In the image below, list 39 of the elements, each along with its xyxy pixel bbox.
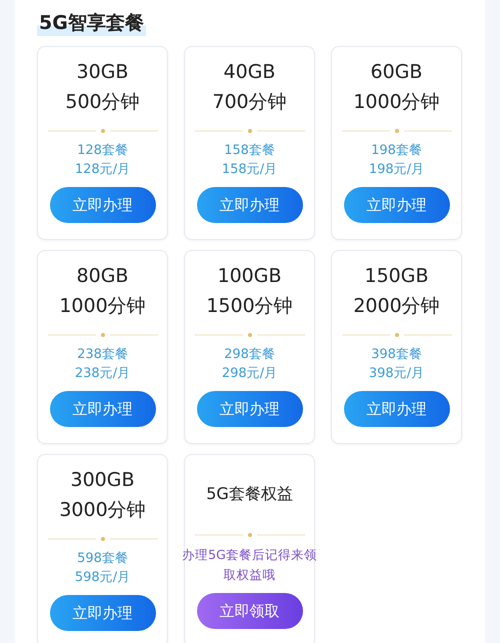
apply-button[interactable]: 立即办理 bbox=[196, 187, 302, 223]
package-name: 238套餐 bbox=[77, 346, 128, 364]
benefit-heading: 5G套餐权益 bbox=[206, 483, 293, 505]
section-title: 5G智享套餐 bbox=[37, 10, 146, 36]
monthly-price: 298元/月 bbox=[222, 365, 278, 383]
package-name: 398套餐 bbox=[371, 346, 422, 364]
monthly-price: 238元/月 bbox=[74, 365, 130, 383]
monthly-price: 598元/月 bbox=[74, 569, 130, 587]
apply-button[interactable]: 立即办理 bbox=[50, 391, 156, 427]
apply-button[interactable]: 立即办理 bbox=[344, 187, 450, 223]
data-amount: 60GB bbox=[370, 60, 422, 85]
call-minutes: 3000分钟 bbox=[59, 498, 146, 523]
package-name: 298套餐 bbox=[224, 346, 275, 364]
package-name: 158套餐 bbox=[224, 142, 275, 160]
data-amount: 80GB bbox=[76, 264, 128, 289]
apply-button[interactable]: 立即办理 bbox=[50, 595, 156, 631]
apply-button[interactable]: 立即办理 bbox=[50, 187, 156, 223]
call-minutes: 1500分钟 bbox=[206, 294, 293, 319]
apply-button[interactable]: 立即办理 bbox=[344, 391, 450, 427]
call-minutes: 500分钟 bbox=[65, 90, 140, 115]
monthly-price: 128元/月 bbox=[74, 161, 130, 179]
package-name: 128套餐 bbox=[77, 142, 128, 160]
package-name: 598套餐 bbox=[77, 550, 128, 568]
apply-button[interactable]: 立即办理 bbox=[196, 391, 302, 427]
package-name: 198套餐 bbox=[371, 142, 422, 160]
monthly-price: 198元/月 bbox=[368, 161, 424, 179]
claim-button[interactable]: 立即领取 bbox=[196, 593, 302, 629]
call-minutes: 1000分钟 bbox=[59, 294, 146, 319]
monthly-price: 158元/月 bbox=[222, 161, 278, 179]
data-amount: 300GB bbox=[70, 468, 135, 493]
call-minutes: 2000分钟 bbox=[353, 294, 440, 319]
data-amount: 40GB bbox=[224, 60, 276, 85]
monthly-price: 398元/月 bbox=[368, 365, 424, 383]
data-amount: 150GB bbox=[364, 264, 429, 289]
data-amount: 100GB bbox=[217, 264, 282, 289]
call-minutes: 700分钟 bbox=[212, 90, 287, 115]
benefit-note: 办理5G套餐后记得来领取权益哦 bbox=[181, 546, 318, 584]
call-minutes: 1000分钟 bbox=[353, 90, 440, 115]
data-amount: 30GB bbox=[76, 60, 128, 85]
